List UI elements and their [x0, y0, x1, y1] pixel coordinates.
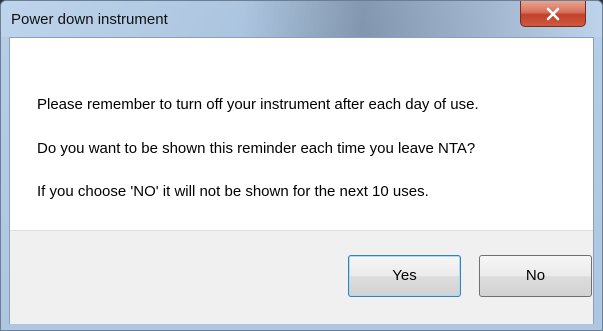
- message-line-2: Do you want to be shown this reminder ea…: [37, 140, 476, 157]
- no-button[interactable]: No: [479, 255, 592, 297]
- message-line-3: If you choose 'NO' it will not be shown …: [37, 183, 429, 200]
- yes-button[interactable]: Yes: [348, 255, 461, 297]
- message-line-1: Please remember to turn off your instrum…: [37, 96, 479, 113]
- close-button[interactable]: [520, 1, 586, 27]
- title-bar[interactable]: Power down instrument: [1, 1, 602, 37]
- dialog-window: Power down instrument Please remember to…: [0, 0, 603, 331]
- close-icon: [521, 1, 585, 26]
- dialog-body: Please remember to turn off your instrum…: [9, 37, 594, 324]
- dialog-title: Power down instrument: [11, 11, 168, 28]
